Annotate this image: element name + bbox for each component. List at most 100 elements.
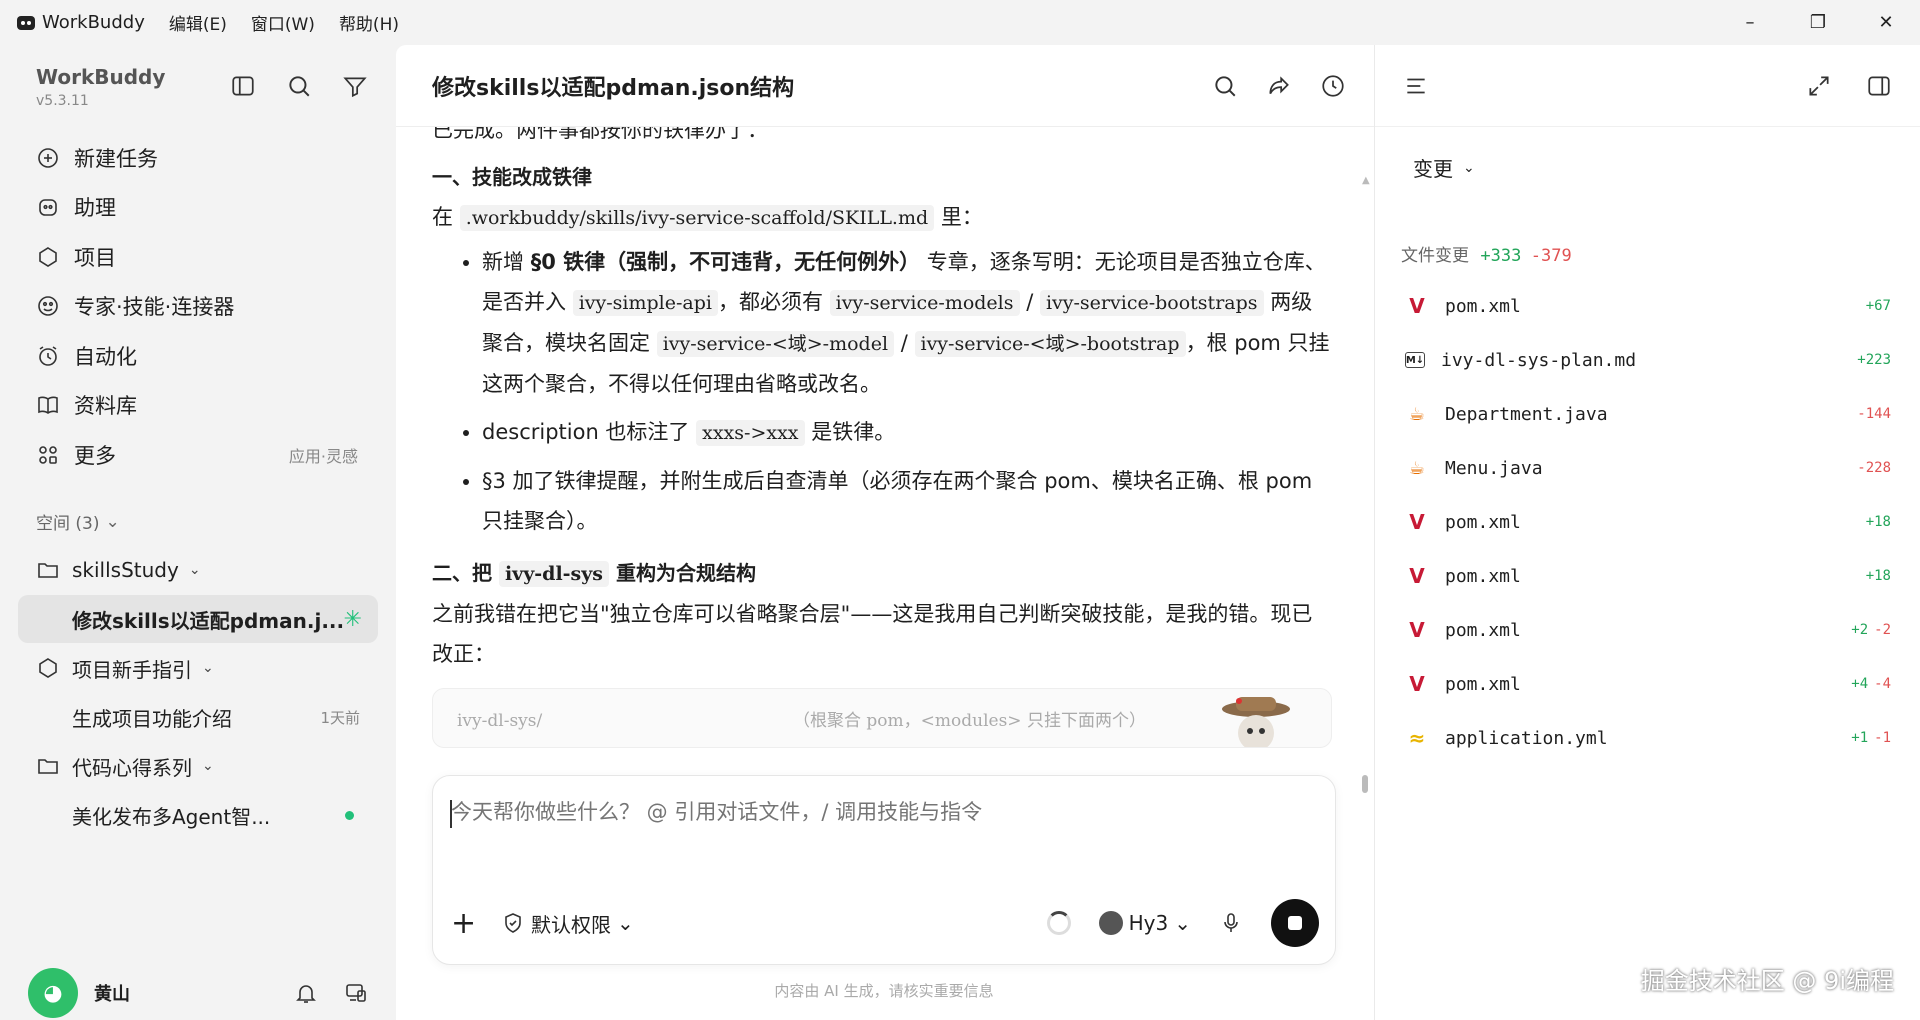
avatar[interactable]: ◕ — [28, 968, 78, 1018]
toggle-sidebar-icon[interactable] — [230, 73, 256, 99]
file-name: pom.xml — [1445, 295, 1521, 317]
nav-automation[interactable]: 自动化 — [18, 331, 378, 381]
list-item: §3 加了铁律提醒，并附生成后自查清单（必须存在两个聚合 pom、模块名正确、根… — [482, 461, 1332, 541]
spaces-toggle[interactable]: 空间 (3) ⌄ — [36, 509, 120, 535]
list-item: description 也标注了 xxxs->xxx 是铁律。 — [482, 412, 1332, 453]
text: 是铁律。 — [811, 420, 896, 444]
sidebar: WorkBuddy v5.3.11 新建任务 助理 项目 专家·技能·连接器 自… — [0, 45, 396, 1020]
scroll-up-icon[interactable]: ▲ — [1362, 175, 1370, 186]
file-change-row[interactable]: ☕ Menu.java -228 — [1405, 441, 1891, 495]
assistant-icon — [39, 199, 57, 217]
file-change-row[interactable]: Vpom.xml +18 — [1405, 495, 1891, 549]
file-changes-label: 文件变更 — [1401, 246, 1469, 266]
nav-new-task[interactable]: 新建任务 — [18, 133, 378, 183]
nav-project[interactable]: 项目 — [18, 232, 378, 282]
menu-edit[interactable]: 编辑(E) — [169, 10, 227, 35]
maven-icon: V — [1409, 564, 1425, 588]
minimize-button[interactable]: – — [1716, 0, 1784, 45]
nav-list: 新建任务 助理 项目 专家·技能·连接器 自动化 资料库 更多 应用·灵感 — [18, 133, 378, 480]
file-diff-stats: -144 — [1857, 406, 1891, 422]
file-name: application.yml — [1445, 727, 1608, 749]
folder-icon — [38, 759, 58, 774]
section-heading: 一、技能改成铁律 — [432, 165, 592, 189]
user-name: 黄山 — [94, 984, 130, 1005]
maven-icon: V — [1409, 510, 1425, 534]
intro-suffix: 里： — [940, 205, 983, 229]
task-label: 生成项目功能介绍 — [72, 706, 232, 731]
devices-icon[interactable] — [344, 981, 368, 1005]
text: description 也标注了 — [482, 420, 690, 444]
text: 新增 — [482, 250, 524, 274]
changes-dropdown[interactable]: 变更 ⌄ — [1413, 153, 1475, 182]
task-item[interactable]: 生成项目功能介绍 1天前 — [18, 693, 378, 741]
toggle-panel-icon[interactable] — [1866, 73, 1892, 99]
page-title: 修改skills以适配pdman.json结构 — [432, 75, 795, 101]
file-diff-stats: +67 — [1866, 298, 1891, 314]
nav-more-hint: 应用·灵感 — [288, 446, 358, 466]
sidebar-tools — [230, 73, 368, 99]
filter-icon[interactable] — [342, 73, 368, 99]
file-change-row[interactable]: ≈ application.yml +1 -1 — [1405, 711, 1891, 765]
project-icon — [39, 246, 57, 267]
folder-label: skillsStudy — [72, 558, 179, 582]
nav-assistant[interactable]: 助理 — [18, 183, 378, 233]
menu-window[interactable]: 窗口(W) — [251, 10, 315, 35]
search-icon[interactable] — [1212, 73, 1238, 99]
model-selector[interactable]: Hy3 ⌄ — [1098, 911, 1191, 935]
file-change-row[interactable]: Vpom.xml +18 — [1405, 549, 1891, 603]
bell-icon[interactable] — [294, 981, 318, 1005]
loading-sparkle-icon: ✳ — [343, 606, 362, 632]
menu-help[interactable]: 帮助(H) — [339, 10, 399, 35]
brand: WorkBuddy v5.3.11 — [36, 65, 165, 109]
stop-button[interactable] — [1271, 899, 1319, 947]
app-logo-icon — [17, 15, 35, 30]
bullet-list: 新增 §0 铁律（强制，不可违背，无任何例外） 专章，逐条写明：无论项目是否独立… — [432, 242, 1332, 541]
scrollbar[interactable]: ▲ — [1362, 175, 1370, 805]
permission-selector[interactable]: 默认权限 ⌄ — [501, 909, 634, 938]
history-icon[interactable] — [1320, 73, 1346, 99]
file-change-row[interactable]: Vpom.xml +4 -4 — [1405, 657, 1891, 711]
stop-icon — [1288, 916, 1302, 930]
folder-skillsstudy[interactable]: skillsStudy ⌄ — [18, 545, 378, 595]
additions: +67 — [1865, 298, 1891, 314]
message-input[interactable] — [451, 800, 1311, 824]
task-item[interactable]: 美化发布多Agent智... — [18, 791, 378, 839]
file-change-list: Vpom.xml +67 M↓ ivy-dl-sys-plan.md +223 ☕ Depa… — [1405, 279, 1891, 765]
microphone-icon[interactable] — [1219, 911, 1243, 935]
nav-library[interactable]: 资料库 — [18, 381, 378, 431]
file-change-row[interactable]: ☕ Department.java -144 — [1405, 387, 1891, 441]
intro-prefix: 在 — [432, 205, 453, 229]
expand-icon[interactable] — [1806, 73, 1832, 99]
restore-button[interactable]: ❐ — [1784, 0, 1852, 45]
section-heading: 二、把 ivy-dl-sys 重构为合规结构 — [432, 553, 1332, 594]
folder-code-notes[interactable]: 代码心得系列 ⌄ — [18, 741, 378, 791]
deletions: -4 — [1874, 676, 1891, 692]
nav-more[interactable]: 更多 应用·灵感 — [18, 430, 378, 480]
loading-spinner-icon — [1046, 911, 1071, 935]
scroll-thumb[interactable] — [1362, 775, 1368, 793]
user-bar: ◕ 黄山 — [28, 965, 368, 1020]
search-icon[interactable] — [286, 73, 312, 99]
file-diff-stats: +223 — [1857, 352, 1891, 368]
additions: +1 — [1851, 730, 1869, 746]
file-change-row[interactable]: Vpom.xml +2 -2 — [1405, 603, 1891, 657]
header-actions — [1212, 73, 1346, 99]
folder-onboarding[interactable]: 项目新手指引 ⌄ — [18, 643, 378, 693]
file-change-row[interactable]: Vpom.xml +67 — [1405, 279, 1891, 333]
file-change-row[interactable]: M↓ ivy-dl-sys-plan.md +223 — [1405, 333, 1891, 387]
deletions: -1 — [1874, 730, 1891, 746]
composer: + 默认权限 ⌄ Hy3 ⌄ — [432, 775, 1336, 965]
share-icon[interactable] — [1266, 73, 1292, 99]
close-button[interactable]: ✕ — [1852, 0, 1920, 45]
list-menu-icon[interactable] — [1403, 73, 1429, 99]
nav-label: 资料库 — [74, 394, 137, 419]
task-item-active[interactable]: 修改skills以适配pdman.j... ✳ — [18, 595, 378, 643]
maven-icon: V — [1409, 618, 1425, 642]
file-name: Menu.java — [1445, 457, 1543, 479]
additions: +4 — [1851, 676, 1869, 692]
nav-experts[interactable]: 专家·技能·连接器 — [18, 282, 378, 332]
main-panel: 修改skills以适配pdman.json结构 已完成。两件事都按你的铁律办了：… — [396, 45, 1374, 1020]
add-attachment-button[interactable]: + — [451, 906, 487, 941]
cut-line: 已完成。两件事都按你的铁律办了： — [432, 127, 768, 142]
nav-label: 自动化 — [74, 344, 137, 369]
